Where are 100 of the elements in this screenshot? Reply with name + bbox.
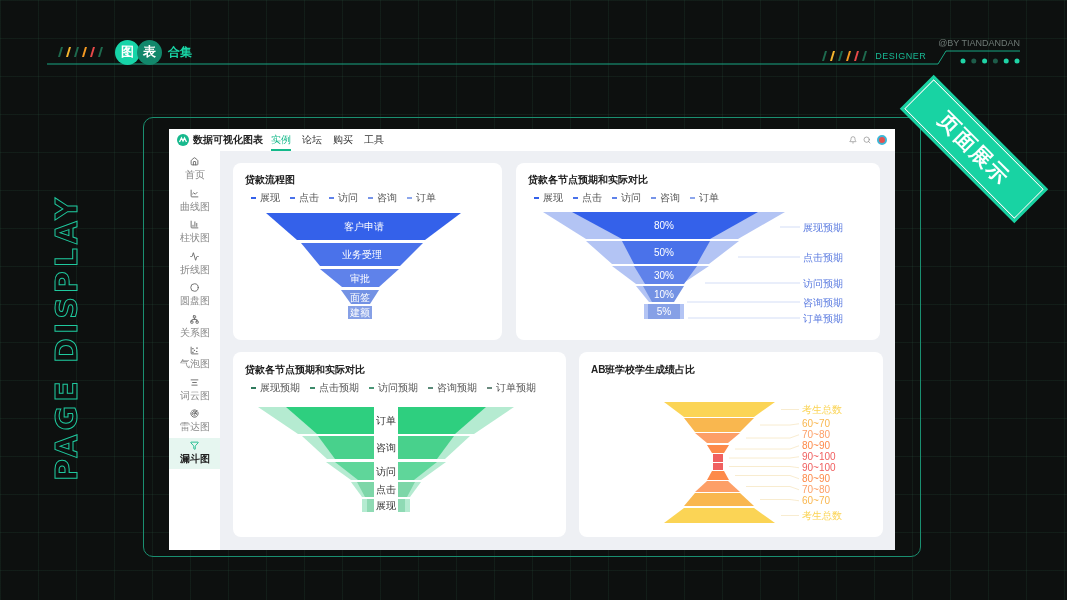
text-lines-icon (190, 377, 199, 387)
stage-label: 审批 (349, 272, 370, 284)
legend-item: 咨询 (368, 191, 397, 205)
bell-icon[interactable] (849, 136, 857, 144)
pulse-icon (190, 251, 199, 261)
stage-label: 展现 (376, 500, 396, 511)
legend-item: 访问预期 (369, 381, 418, 395)
range-label: 考生总数 (802, 404, 842, 415)
legend-item: 咨询 (651, 191, 680, 205)
sidebar-label: 首页 (184, 168, 205, 183)
logo-icon (177, 134, 189, 146)
range-label: 70~80 (802, 429, 831, 441)
stage-label: 订单 (376, 415, 396, 426)
sidebar-label: 词云图 (179, 388, 210, 403)
sidebar-item[interactable]: 柱状图 (169, 217, 220, 249)
percent-label: 80% (654, 220, 674, 231)
sidebar-item[interactable]: 圆盘图 (169, 280, 220, 312)
home-icon (190, 157, 199, 167)
bar-chart-icon (190, 220, 199, 230)
avatar[interactable] (877, 135, 887, 145)
leader-line (734, 475, 800, 480)
leader-line (734, 445, 800, 450)
leader-line (728, 466, 800, 469)
expected-label: 订单预期 (803, 312, 843, 324)
expected-label: 点击预期 (803, 251, 843, 263)
expected-label: 展现预期 (803, 221, 843, 233)
legend-item: 订单 (690, 191, 719, 205)
actual-segment (318, 436, 374, 459)
nav-tab[interactable]: 实例 (271, 129, 291, 151)
title-chip: 图 (115, 39, 140, 65)
sidebar-item[interactable]: 雷达图 (169, 406, 220, 438)
stage-label: 业务受理 (342, 249, 382, 260)
sidebar-item[interactable]: 气泡图 (169, 343, 220, 375)
range-label: 80~90 (802, 440, 831, 452)
stage-label: 面签 (350, 291, 370, 303)
radar-icon (190, 409, 199, 419)
slash-marks-drawing (821, 51, 870, 61)
sidebar-item[interactable]: 词云图 (169, 374, 220, 406)
credit-text: @BY TIANDANDAN (938, 38, 1020, 48)
sidebar-label: 雷达图 (179, 420, 210, 435)
range-label: 90~100 (802, 451, 836, 463)
actual-segment (398, 462, 437, 480)
sidebar-label: 气泡图 (179, 357, 210, 372)
slash-marks-drawing (57, 47, 105, 57)
expected-label: 咨询预期 (803, 296, 843, 308)
sidebar-label: 曲线图 (179, 199, 210, 214)
sidebar-item[interactable]: 首页 (169, 154, 220, 186)
range-label: 考生总数 (802, 510, 842, 521)
sidebar-item[interactable]: 曲线图 (169, 185, 220, 217)
sidebar-label: 圆盘图 (179, 294, 210, 309)
actual-segment (357, 482, 374, 497)
range-label: 60~70 (802, 495, 831, 507)
funnel-icon (190, 440, 199, 450)
card-title: 贷款各节点预期和实际对比 (245, 363, 366, 377)
legend-item: 访问 (612, 191, 641, 205)
legend-item: 咨询预期 (428, 381, 477, 395)
actual-segment (367, 499, 374, 512)
card-title: AB班学校学生成绩占比 (591, 363, 697, 377)
leader-line (745, 486, 800, 491)
network-icon (190, 314, 199, 324)
card-title: 贷款流程图 (245, 173, 296, 187)
search-icon[interactable] (863, 136, 871, 144)
designer-label: DESIGNER (875, 51, 927, 61)
stage-label: 客户申请 (343, 221, 384, 232)
nav-tab[interactable]: 工具 (364, 129, 384, 151)
card-title: 贷款各节点预期和实际对比 (528, 173, 649, 187)
percent-label: 50% (654, 247, 674, 258)
actual-segment (643, 286, 684, 302)
actual-segment (648, 304, 680, 319)
actual-segment (335, 462, 374, 480)
range-label: 70~80 (802, 484, 831, 496)
leader-line (780, 515, 800, 516)
actual-segment (398, 436, 454, 459)
sidebar-item[interactable]: 折线图 (169, 248, 220, 280)
legend-item: 点击 (573, 191, 602, 205)
ring-icon (190, 283, 199, 293)
scatter-icon (190, 346, 199, 356)
legend-item: 订单预期 (487, 381, 536, 395)
actual-segment (634, 266, 697, 284)
actual-segment (398, 482, 415, 497)
page-title: PAGE DISPLAY (48, 193, 84, 481)
sidebar-item[interactable]: 关系图 (169, 311, 220, 343)
legend-item: 订单 (407, 191, 436, 205)
legend-item: 访问 (329, 191, 358, 205)
sidebar-label: 柱状图 (179, 231, 210, 246)
legend-item: 展现 (251, 191, 280, 205)
range-label: 60~70 (802, 418, 831, 430)
range-label: 80~90 (802, 473, 831, 485)
percent-label: 5% (656, 306, 672, 317)
nav-tab[interactable]: 论坛 (302, 129, 322, 151)
percent-label: 30% (654, 269, 674, 281)
logo-text: 数据可视化图表 (193, 133, 263, 147)
actual-segment (398, 499, 405, 512)
leader-line (780, 409, 800, 410)
dots-drawing (960, 58, 1020, 64)
legend-item: 展现预期 (251, 381, 300, 395)
sidebar-item[interactable]: 漏斗图 (169, 437, 220, 469)
expected-label: 访问预期 (803, 277, 843, 289)
legend-item: 展现 (534, 191, 563, 205)
nav-tab[interactable]: 购买 (333, 129, 353, 151)
